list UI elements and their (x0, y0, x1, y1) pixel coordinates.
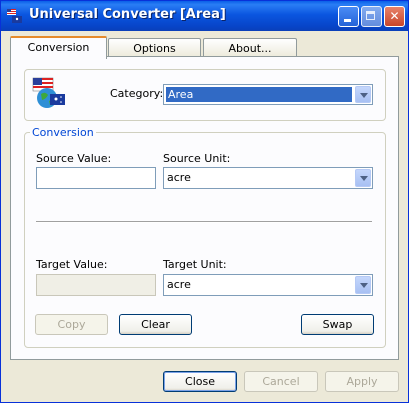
clear-button[interactable]: Clear (119, 314, 192, 335)
dropdown-button[interactable] (355, 276, 371, 294)
close-button[interactable]: Close (163, 371, 237, 392)
chevron-down-icon (360, 93, 368, 98)
target-value-label: Target Value: (36, 258, 108, 271)
category-select-value: Area (166, 87, 352, 102)
copy-button[interactable]: Copy (35, 314, 108, 335)
tab-conversion[interactable]: Conversion (10, 36, 107, 59)
maximize-button[interactable] (361, 6, 382, 27)
target-unit-value: acre (167, 278, 191, 291)
target-unit-select[interactable]: acre (163, 274, 373, 296)
source-unit-select[interactable]: acre (163, 167, 373, 189)
target-unit-label: Target Unit: (163, 258, 227, 271)
chevron-down-icon (360, 176, 368, 181)
minimize-icon (344, 19, 351, 22)
apply-button[interactable]: Apply (325, 371, 399, 392)
conversion-group-title: Conversion (30, 126, 96, 139)
close-window-button[interactable]: ✕ (384, 6, 405, 27)
dropdown-button[interactable] (355, 169, 371, 187)
tab-about[interactable]: About... (203, 38, 297, 58)
chevron-down-icon (360, 283, 368, 288)
tab-options[interactable]: Options (108, 38, 201, 58)
flags-globe-icon (32, 77, 65, 108)
source-unit-label: Source Unit: (163, 152, 231, 165)
source-value-input[interactable] (36, 167, 156, 189)
target-value-output (36, 274, 156, 296)
close-icon: ✕ (389, 9, 400, 23)
category-label: Category: (110, 87, 164, 100)
title-bar[interactable]: Universal Converter [Area] ✕ (1, 1, 408, 31)
category-select[interactable]: Area (163, 84, 373, 105)
cancel-button[interactable]: Cancel (244, 371, 318, 392)
source-value-label: Source Value: (36, 152, 112, 165)
window-title: Universal Converter [Area] (29, 7, 226, 22)
maximize-icon (366, 11, 375, 20)
dropdown-button[interactable] (355, 86, 371, 103)
swap-button[interactable]: Swap (301, 314, 374, 335)
source-unit-value: acre (167, 171, 191, 184)
flags-globe-icon (7, 9, 22, 23)
divider (36, 221, 372, 223)
minimize-button[interactable] (338, 6, 359, 27)
